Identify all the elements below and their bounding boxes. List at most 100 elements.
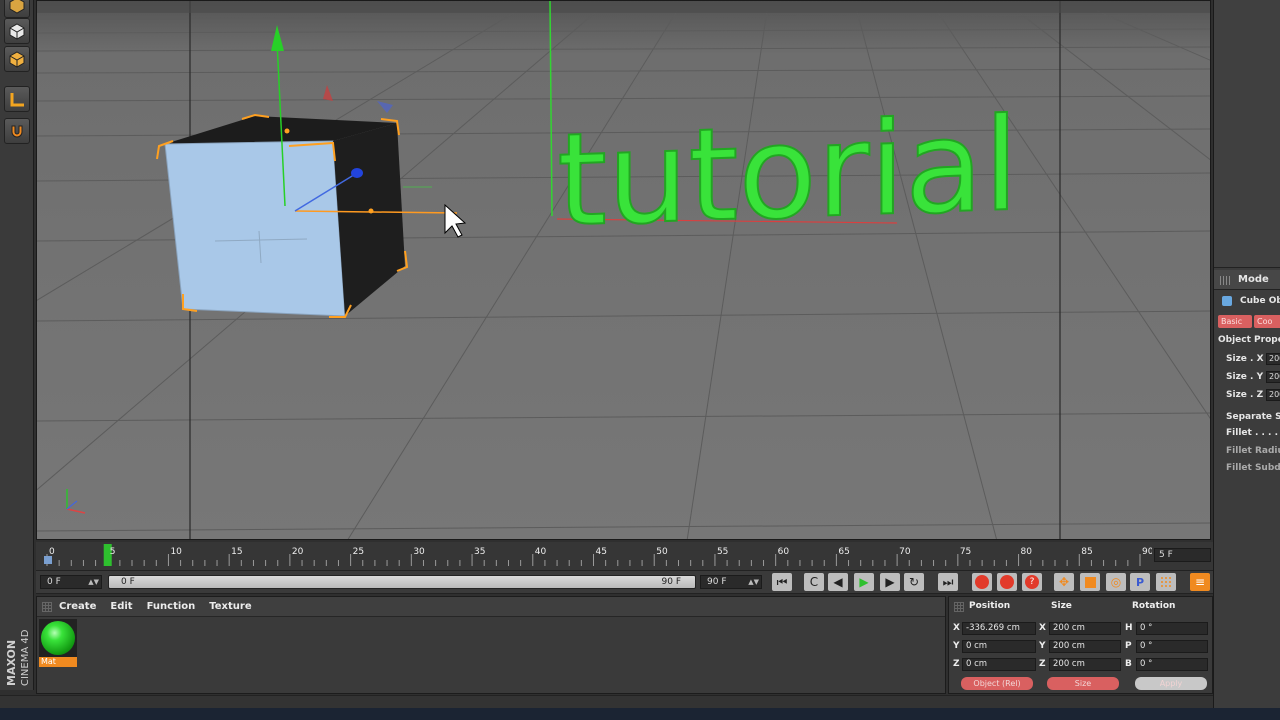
size-y-field[interactable]: 200 <box>1266 371 1280 383</box>
position-x-field[interactable]: -336.269 cm <box>962 622 1036 635</box>
material-preview <box>39 619 77 657</box>
play-icon[interactable]: ▶ <box>854 573 874 591</box>
cube-object[interactable] <box>156 25 458 318</box>
maxon-cinema4d-logo: MAXON CINEMA 4D <box>1 608 33 688</box>
material-swatch[interactable]: Mat <box>39 619 77 667</box>
timeline-tick-label: 5 <box>110 547 116 557</box>
timeline-tick-label: 65 <box>838 547 849 557</box>
go-to-start-icon[interactable]: ⏮ <box>772 573 792 591</box>
cube-object-icon <box>1222 296 1232 306</box>
position-key-icon[interactable]: ✥ <box>1054 573 1074 591</box>
timeline-ruler[interactable]: 0 5 10 15 20 25 30 35 40 45 50 55 60 65 70 75 80 85 90 <box>36 542 1152 570</box>
snap-magnet-icon[interactable] <box>4 118 30 144</box>
range-end-label: 90 F <box>661 577 682 587</box>
cube-tool-icon[interactable] <box>4 0 30 18</box>
tab-basic[interactable]: Basic <box>1218 315 1252 328</box>
attributes-panel: Mode Cube Ob Basic Coo Object Proper Siz… <box>1213 0 1280 720</box>
coordinates-grip-icon <box>954 602 964 612</box>
menu-create[interactable]: Create <box>59 601 96 612</box>
size-x-field[interactable]: 200 cm <box>1049 622 1121 635</box>
rot-axis-p: P <box>1125 641 1132 651</box>
record-active-objects-icon[interactable] <box>972 573 992 591</box>
menu-edit[interactable]: Edit <box>110 601 132 612</box>
min-time-value: 0 F <box>47 577 61 587</box>
position-z-field[interactable]: 0 cm <box>962 658 1036 671</box>
polygon-object-icon[interactable] <box>4 18 30 44</box>
autokeying-icon[interactable] <box>997 573 1017 591</box>
size-y-label: Size . Y <box>1226 372 1264 382</box>
size-y-field[interactable]: 200 cm <box>1049 640 1121 653</box>
previous-frame-icon[interactable]: ◀ <box>828 573 848 591</box>
timeline-tick-label: 40 <box>535 547 547 557</box>
timeline-tick-label: 75 <box>960 547 971 557</box>
axis-mode-icon[interactable] <box>4 86 30 112</box>
os-taskbar <box>0 708 1280 720</box>
next-frame-icon[interactable]: ▶ <box>880 573 900 591</box>
3d-viewport[interactable]: tutorial <box>36 0 1211 540</box>
timeline-tick-label: 55 <box>717 547 728 557</box>
material-manager: Create Edit Function Texture Mat <box>36 596 946 694</box>
rotation-b-field[interactable]: 0 ° <box>1136 658 1208 671</box>
point-level-key-icon[interactable] <box>1156 573 1176 591</box>
timeline-tick-label: 90 <box>1142 547 1152 557</box>
separate-surfaces-label[interactable]: Separate Su <box>1226 412 1280 422</box>
size-z-label: Size . Z <box>1226 390 1264 400</box>
timeline-tick-label: 0 <box>49 547 55 557</box>
rotation-h-field[interactable]: 0 ° <box>1136 622 1208 635</box>
header-position: Position <box>969 601 1011 611</box>
max-time-value: 90 F <box>707 577 727 587</box>
object-mode-icon[interactable] <box>4 46 30 72</box>
header-size: Size <box>1051 601 1072 611</box>
position-y-field[interactable]: 0 cm <box>962 640 1036 653</box>
size-z-field[interactable]: 200 cm <box>1049 658 1121 671</box>
size-z-field[interactable]: 200 <box>1266 389 1280 401</box>
size-axis-x: X <box>1039 623 1046 633</box>
fillet-subdivision-label: Fillet Subdi <box>1226 463 1280 473</box>
tab-coord[interactable]: Coo <box>1254 315 1280 328</box>
scale-key-icon[interactable] <box>1080 573 1100 591</box>
max-time-field[interactable]: 90 F ▲▼ <box>700 575 762 589</box>
previous-key-icon[interactable]: C <box>804 573 824 591</box>
timeline-tick-label: 85 <box>1081 547 1092 557</box>
cube-side-face <box>333 123 405 316</box>
menu-function[interactable]: Function <box>147 601 196 612</box>
timeline[interactable]: 0 5 10 15 20 25 30 35 40 45 50 55 60 65 70 75 80 85 90 5 F <box>36 542 1213 570</box>
apply-button[interactable]: Apply <box>1135 677 1207 690</box>
fillet-label[interactable]: Fillet . . . . . <box>1226 428 1280 438</box>
timeline-tick-label: 60 <box>778 547 790 557</box>
preview-range-slider[interactable]: 0 F 90 F <box>108 575 696 589</box>
keyframe-selection-icon[interactable]: ? <box>1022 573 1042 591</box>
parameter-key-icon[interactable]: P <box>1130 573 1150 591</box>
object-name: Cube Ob <box>1240 296 1280 306</box>
gizmo-z-handle[interactable] <box>351 168 363 178</box>
logo-line-cinema4d: CINEMA 4D <box>20 629 31 686</box>
rotation-key-icon[interactable]: ◎ <box>1106 573 1126 591</box>
material-name: Mat <box>39 657 77 667</box>
mode-menu[interactable]: Mode <box>1238 274 1269 285</box>
min-time-field[interactable]: 0 F ▲▼ <box>40 575 102 589</box>
timeline-tick-label: 70 <box>899 547 911 557</box>
rotation-p-field[interactable]: 0 ° <box>1136 640 1208 653</box>
coordinate-system-dropdown[interactable]: Object (Rel) <box>961 677 1033 690</box>
object-manager-area <box>1214 0 1280 268</box>
timeline-menu-icon[interactable]: ≡ <box>1190 573 1210 591</box>
green-material-ball-icon <box>41 621 75 655</box>
timeline-tick-label: 10 <box>170 547 182 557</box>
rot-axis-h: H <box>1125 623 1133 633</box>
cube-front-face <box>164 140 346 317</box>
pos-axis-y: Y <box>953 641 960 651</box>
size-axis-z: Z <box>1039 659 1046 669</box>
size-mode-dropdown[interactable]: Size <box>1047 677 1119 690</box>
material-manager-grip-icon <box>42 602 52 612</box>
timeline-tick-label: 35 <box>474 547 485 557</box>
range-start-marker <box>44 556 52 564</box>
next-key-icon[interactable]: ↻ <box>904 573 924 591</box>
current-frame-field[interactable]: 5 F <box>1154 548 1211 562</box>
size-x-field[interactable]: 200 <box>1266 353 1280 365</box>
gizmo-y-arrow[interactable] <box>271 25 284 51</box>
go-to-end-icon[interactable]: ⏭ <box>938 573 958 591</box>
timeline-tick-label: 30 <box>413 547 425 557</box>
text-object-tutorial[interactable]: tutorial <box>556 90 1020 257</box>
menu-texture[interactable]: Texture <box>209 601 251 612</box>
header-rotation: Rotation <box>1132 601 1176 611</box>
